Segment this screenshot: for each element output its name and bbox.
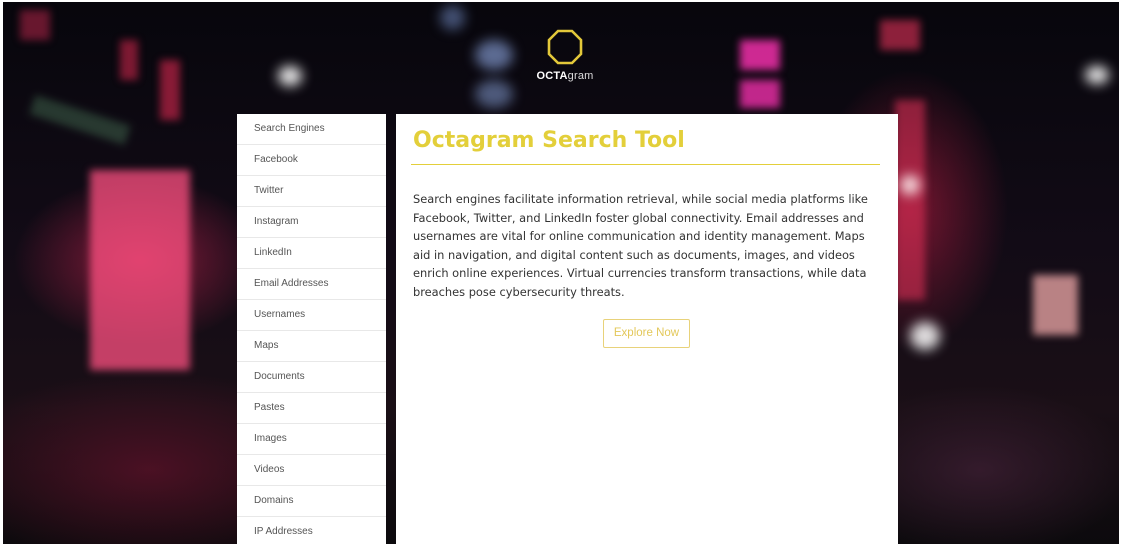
sidebar-menu: Search Engines Facebook Twitter Instagra… — [237, 114, 386, 544]
intro-description: Search engines facilitate information re… — [413, 192, 868, 299]
sidebar-item-documents[interactable]: Documents — [237, 362, 386, 393]
page: OCTAgram Search Engines Facebook Twitter… — [0, 0, 1122, 544]
sidebar-item-facebook[interactable]: Facebook — [237, 145, 386, 176]
page-title: Octagram Search Tool — [413, 128, 685, 153]
sidebar-item-videos[interactable]: Videos — [237, 455, 386, 486]
sidebar-item-search-engines[interactable]: Search Engines — [237, 114, 386, 145]
brand-logo[interactable]: OCTAgram — [530, 28, 600, 82]
sidebar-item-ip-addresses[interactable]: IP Addresses — [237, 517, 386, 544]
sidebar-item-email-addresses[interactable]: Email Addresses — [237, 269, 386, 300]
sidebar-item-images[interactable]: Images — [237, 424, 386, 455]
main-content-panel: Octagram Search Tool Search engines faci… — [396, 114, 898, 544]
logo-wordmark: OCTAgram — [536, 70, 594, 82]
sidebar-item-instagram[interactable]: Instagram — [237, 207, 386, 238]
title-divider — [411, 164, 880, 165]
sidebar-item-linkedin[interactable]: LinkedIn — [237, 238, 386, 269]
sidebar-item-domains[interactable]: Domains — [237, 486, 386, 517]
octagon-logo-icon — [547, 29, 583, 65]
sidebar-item-maps[interactable]: Maps — [237, 331, 386, 362]
sidebar-item-usernames[interactable]: Usernames — [237, 300, 386, 331]
sidebar-item-twitter[interactable]: Twitter — [237, 176, 386, 207]
sidebar-item-pastes[interactable]: Pastes — [237, 393, 386, 424]
explore-now-button[interactable]: Explore Now — [603, 319, 690, 348]
